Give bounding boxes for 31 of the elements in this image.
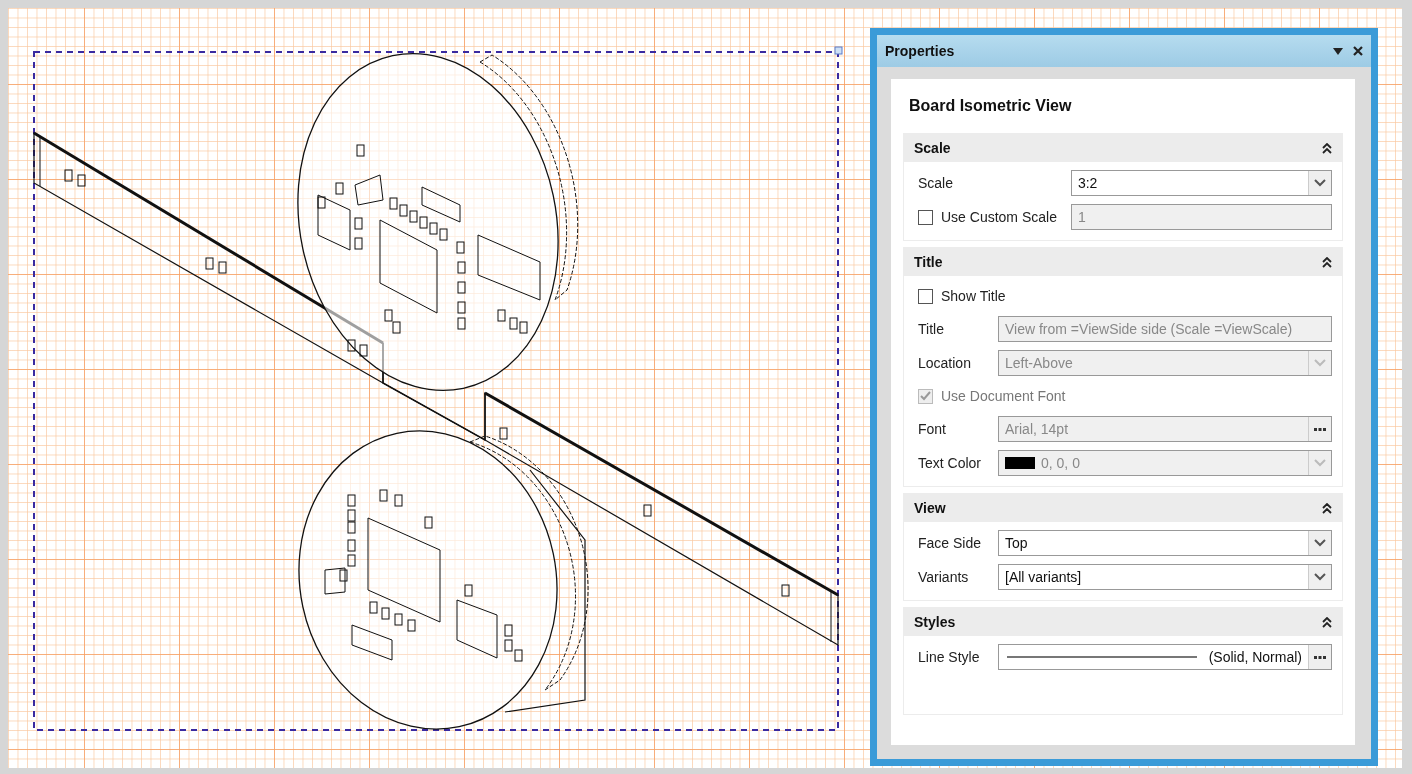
panel-title: Properties (885, 43, 956, 59)
field-label: Face Side (918, 535, 983, 551)
field-label: Variants (918, 569, 970, 585)
field-label: Line Style (918, 649, 981, 665)
collapse-icon[interactable] (1322, 616, 1332, 628)
dropdown-field[interactable]: [All variants] (998, 564, 1332, 590)
field-label: Font (918, 421, 947, 437)
field-label: Scale (918, 175, 955, 191)
close-icon[interactable] (1353, 46, 1363, 56)
checkbox-label[interactable]: Use Custom Scale (918, 205, 1057, 229)
panel-heading: Board Isometric View (908, 96, 1073, 116)
checkbox-label[interactable]: Show Title (918, 284, 1332, 308)
checkbox[interactable] (918, 209, 933, 225)
dropdown-arrow-icon[interactable] (1333, 47, 1343, 55)
field-label: Text Color (918, 455, 983, 471)
section-header[interactable]: Scale (904, 134, 1342, 162)
dropdown-field[interactable]: 3:2 (1070, 170, 1332, 196)
line-sample-icon (1007, 656, 1197, 658)
collapse-icon[interactable] (1322, 142, 1332, 154)
section-header[interactable]: Styles (904, 608, 1342, 636)
dropdown-field[interactable]: Top (998, 530, 1332, 556)
more-icon (1314, 427, 1326, 431)
field-label: Title (918, 321, 945, 337)
line-style-field[interactable]: (Solid, Normal) (998, 644, 1332, 670)
collapse-icon[interactable] (1322, 256, 1332, 268)
section-header[interactable]: View (904, 494, 1342, 522)
collapse-icon[interactable] (1322, 502, 1332, 514)
section-header[interactable]: Title (904, 248, 1342, 276)
more-icon (1314, 655, 1326, 659)
checkbox[interactable] (918, 288, 933, 304)
field-label: Location (918, 355, 972, 371)
